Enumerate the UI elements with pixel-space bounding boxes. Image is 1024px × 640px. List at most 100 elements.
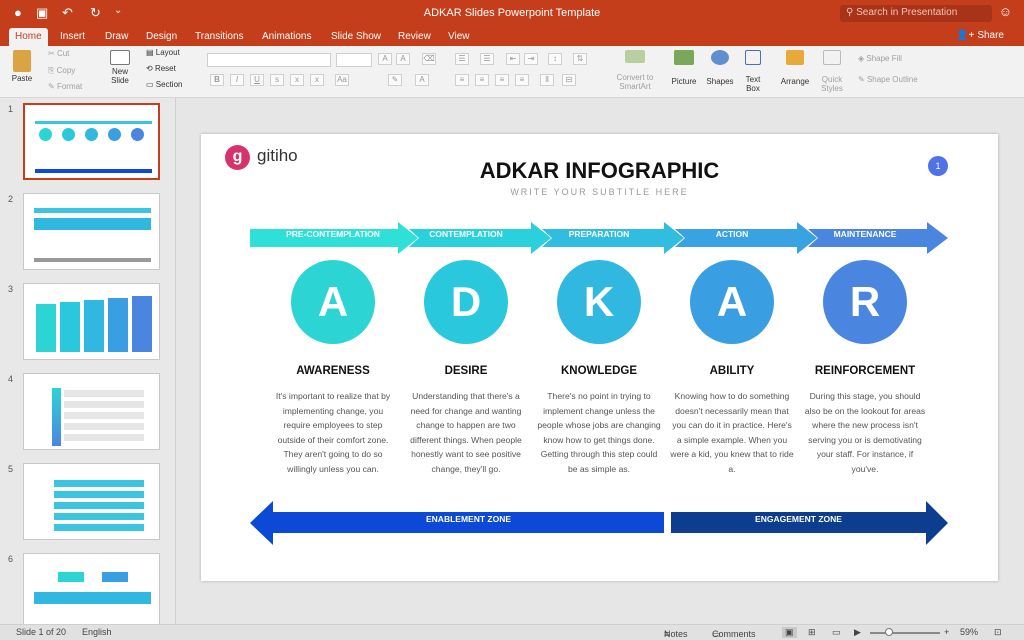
shape-fill-button[interactable]: ◈ Shape Fill bbox=[858, 54, 902, 63]
slide-sorter-icon[interactable]: ⊞ bbox=[808, 627, 816, 638]
format-painter-button[interactable]: ✎ Format bbox=[48, 82, 82, 91]
subscript-icon[interactable]: x bbox=[310, 74, 324, 86]
numbering-icon[interactable]: ☰ bbox=[480, 53, 494, 65]
shape-outline-label: Shape Outline bbox=[866, 75, 918, 84]
language-indicator[interactable]: English bbox=[82, 627, 112, 637]
decrease-font-icon[interactable]: A bbox=[396, 53, 410, 65]
tab-transitions[interactable]: Transitions bbox=[189, 30, 250, 43]
slide-thumbnail-5[interactable] bbox=[23, 463, 160, 540]
slide-editor[interactable]: g gitiho ADKAR INFOGRAPHIC WRITE YOUR SU… bbox=[176, 98, 1024, 624]
slide[interactable]: g gitiho ADKAR INFOGRAPHIC WRITE YOUR SU… bbox=[201, 134, 998, 581]
line-spacing-icon[interactable]: ↕ bbox=[548, 53, 562, 65]
slide-thumbnail-6[interactable] bbox=[23, 553, 160, 630]
column-text: Understanding that there's a need for ch… bbox=[410, 391, 522, 474]
highlight-icon[interactable]: ✎ bbox=[388, 74, 402, 86]
quick-styles-button[interactable]: Quick Styles bbox=[816, 50, 848, 93]
shapes-icon bbox=[711, 50, 729, 65]
textbox-button[interactable]: Text Box bbox=[740, 50, 766, 93]
quick-styles-icon bbox=[823, 50, 841, 65]
slide-thumbnail-1[interactable] bbox=[23, 103, 160, 180]
reset-label: Reset bbox=[154, 64, 176, 73]
decrease-indent-icon[interactable]: ⇤ bbox=[506, 53, 520, 65]
reset-button[interactable]: ⟲ Reset bbox=[146, 64, 176, 73]
tab-animations[interactable]: Animations bbox=[256, 30, 317, 43]
fit-to-window-icon[interactable]: ⊡ bbox=[994, 627, 1002, 638]
bullets-icon[interactable]: ☰ bbox=[455, 53, 469, 65]
textbox-icon bbox=[745, 50, 761, 65]
new-slide-label: New Slide bbox=[111, 67, 129, 85]
section-button[interactable]: ▭ Section bbox=[146, 80, 182, 89]
textbox-label: Text Box bbox=[745, 75, 761, 93]
reading-view-icon[interactable]: ▭ bbox=[832, 627, 841, 638]
tab-design[interactable]: Design bbox=[140, 30, 183, 43]
zoom-level[interactable]: 59% bbox=[960, 627, 978, 637]
column-heading: DESIRE bbox=[444, 365, 488, 377]
comments-label: Comments bbox=[712, 629, 756, 639]
zoom-in-icon[interactable]: + bbox=[944, 627, 949, 637]
font-name-select[interactable] bbox=[207, 53, 331, 67]
font-size-select[interactable] bbox=[336, 53, 372, 67]
slide-thumbnail-3[interactable] bbox=[23, 283, 160, 360]
title-bar: ● ▣ ↶ ↻ ⌄ ADKAR Slides Powerpoint Templa… bbox=[0, 0, 1024, 28]
tab-draw[interactable]: Draw bbox=[99, 30, 134, 43]
normal-view-icon[interactable]: ▣ bbox=[782, 627, 797, 638]
align-text-icon[interactable]: ⊟ bbox=[562, 74, 576, 86]
thumbnail-number: 2 bbox=[8, 194, 14, 204]
copy-icon: ⎘ bbox=[48, 66, 57, 75]
arrange-button[interactable]: Arrange bbox=[778, 50, 812, 86]
scissors-icon: ✂ bbox=[48, 49, 57, 58]
paste-label: Paste bbox=[11, 74, 33, 83]
tab-view[interactable]: View bbox=[442, 30, 476, 43]
italic-icon[interactable]: I bbox=[230, 74, 244, 86]
layout-button[interactable]: ▤ Layout bbox=[146, 48, 180, 57]
thumbnail-number: 3 bbox=[8, 284, 14, 294]
columns-icon[interactable]: ⫴ bbox=[540, 74, 554, 86]
slide-thumbnails-panel[interactable]: 1 2 3 4 5 6 bbox=[0, 98, 176, 630]
thumb-circle bbox=[131, 128, 144, 141]
bold-icon[interactable]: B bbox=[210, 74, 224, 86]
tab-home[interactable]: Home bbox=[9, 28, 48, 46]
slide-counter: Slide 1 of 20 bbox=[16, 627, 67, 637]
tab-slide-show[interactable]: Slide Show bbox=[325, 30, 387, 43]
zoom-slider[interactable] bbox=[870, 632, 940, 634]
align-center-icon[interactable]: ≡ bbox=[475, 74, 489, 86]
section-icon: ▭ bbox=[146, 80, 156, 89]
cut-label: Cut bbox=[56, 49, 70, 58]
smiley-icon[interactable]: ☺ bbox=[999, 4, 1012, 19]
strikethrough-icon[interactable]: s bbox=[270, 74, 284, 86]
cut-button[interactable]: ✂ Cut bbox=[48, 49, 69, 58]
new-slide-button[interactable]: New Slide bbox=[104, 50, 136, 85]
increase-font-icon[interactable]: A bbox=[378, 53, 392, 65]
arrange-icon bbox=[786, 50, 804, 65]
column-text: Knowing how to do something doesn't nece… bbox=[670, 391, 794, 474]
font-color-icon[interactable]: A bbox=[415, 74, 429, 86]
thumb-column bbox=[36, 304, 56, 352]
shape-outline-button[interactable]: ✎ Shape Outline bbox=[858, 75, 918, 84]
shapes-button[interactable]: Shapes bbox=[704, 50, 736, 86]
slideshow-icon[interactable]: ▶ bbox=[854, 627, 861, 638]
underline-icon[interactable]: U bbox=[250, 74, 264, 86]
paste-button[interactable]: Paste bbox=[8, 50, 36, 83]
copy-button[interactable]: ⎘ Copy bbox=[48, 66, 75, 76]
increase-indent-icon[interactable]: ⇥ bbox=[524, 53, 538, 65]
search-input[interactable]: ⚲ Search in Presentation bbox=[840, 5, 992, 22]
align-right-icon[interactable]: ≡ bbox=[495, 74, 509, 86]
zoom-slider-handle[interactable] bbox=[885, 628, 893, 636]
convert-smartart-button[interactable]: Convert to SmartArt bbox=[612, 50, 658, 91]
share-button[interactable]: 👤+ Share bbox=[956, 30, 1004, 41]
superscript-icon[interactable]: x bbox=[290, 74, 304, 86]
justify-icon[interactable]: ≡ bbox=[515, 74, 529, 86]
align-left-icon[interactable]: ≡ bbox=[455, 74, 469, 86]
tab-review[interactable]: Review bbox=[392, 30, 437, 43]
text-direction-icon[interactable]: ⇅ bbox=[573, 53, 587, 65]
thumb-arrow bbox=[35, 121, 152, 124]
thumb-circle bbox=[62, 128, 75, 141]
slide-thumbnail-4[interactable] bbox=[23, 373, 160, 450]
tab-insert[interactable]: Insert bbox=[54, 30, 91, 43]
column-text: There's no point in trying to implement … bbox=[537, 391, 661, 474]
search-icon: ⚲ bbox=[846, 7, 857, 18]
change-case-icon[interactable]: Aa bbox=[335, 74, 349, 86]
picture-button[interactable]: Picture bbox=[668, 50, 700, 86]
clear-format-icon[interactable]: ⌫ bbox=[422, 53, 436, 65]
slide-thumbnail-2[interactable] bbox=[23, 193, 160, 270]
